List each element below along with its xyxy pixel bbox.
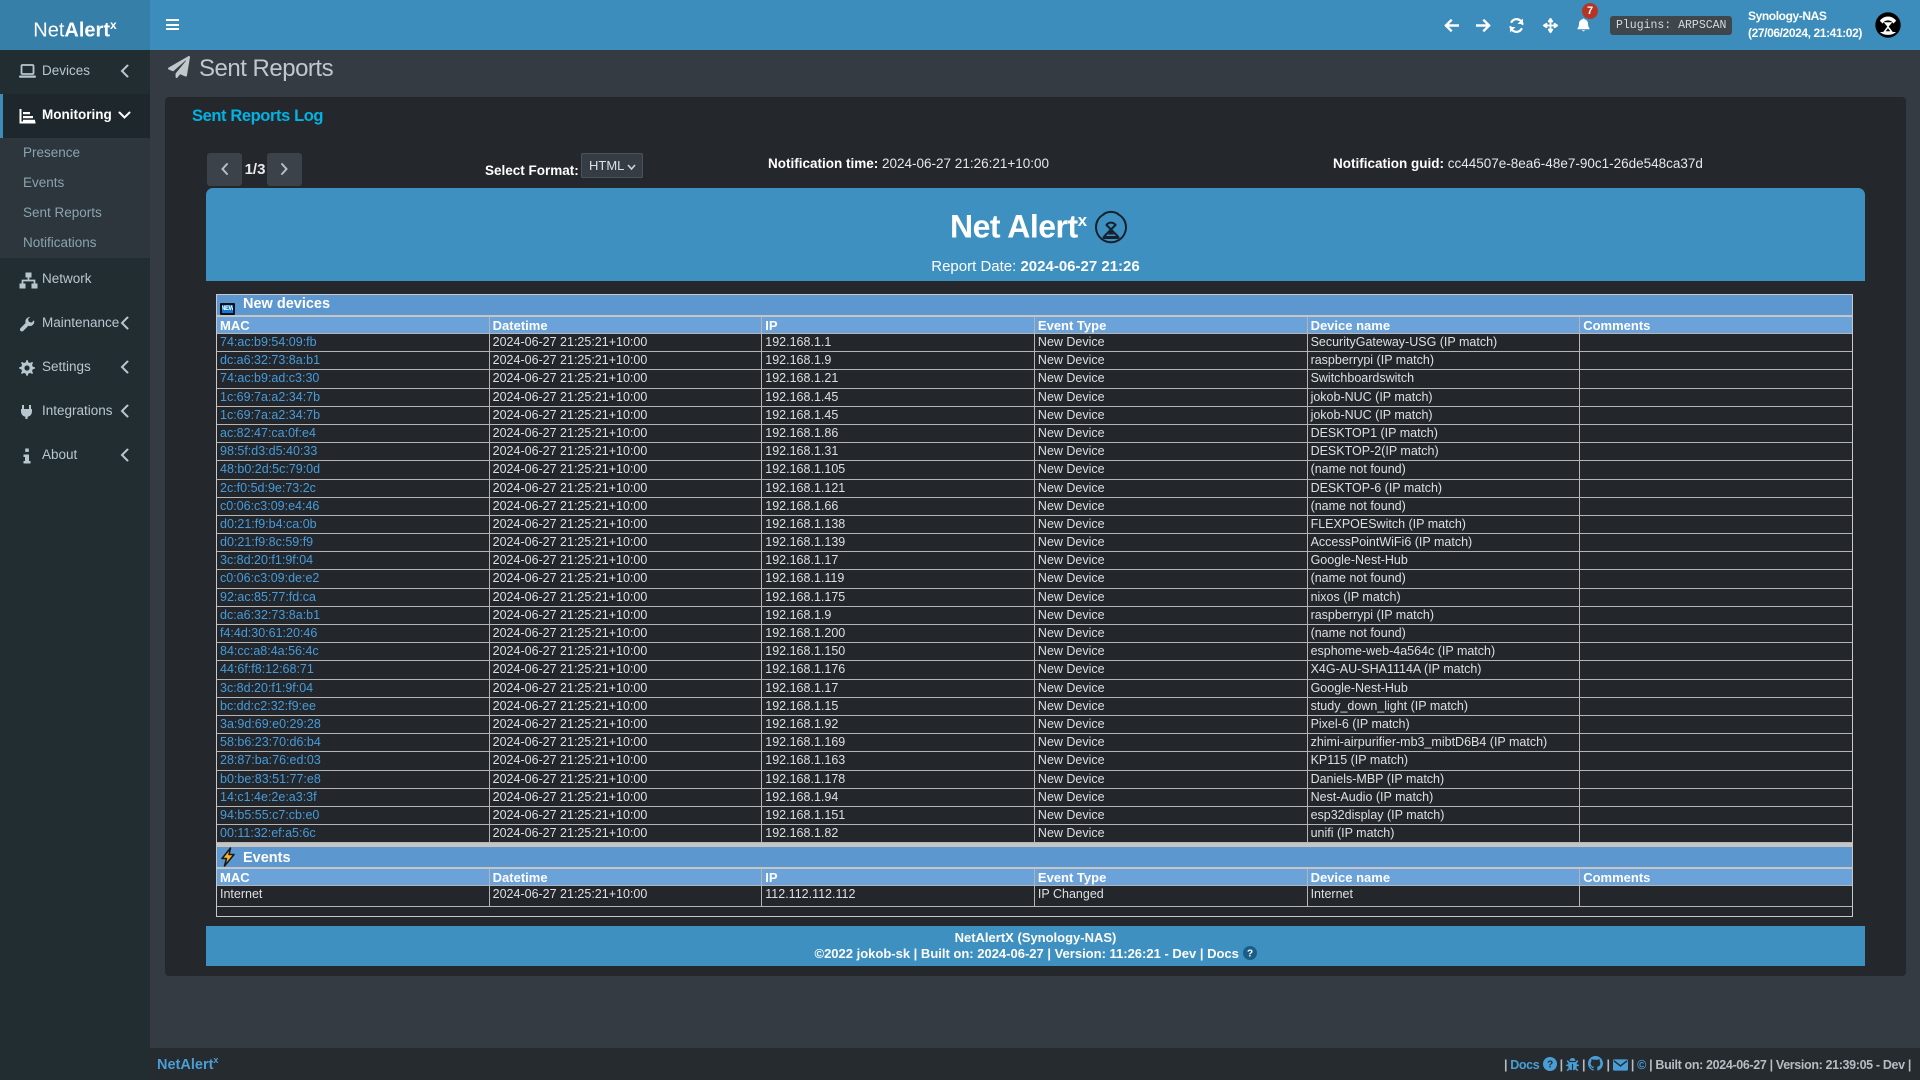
svg-text:?: ? xyxy=(1246,948,1252,959)
svg-text:?: ? xyxy=(1547,1059,1553,1070)
